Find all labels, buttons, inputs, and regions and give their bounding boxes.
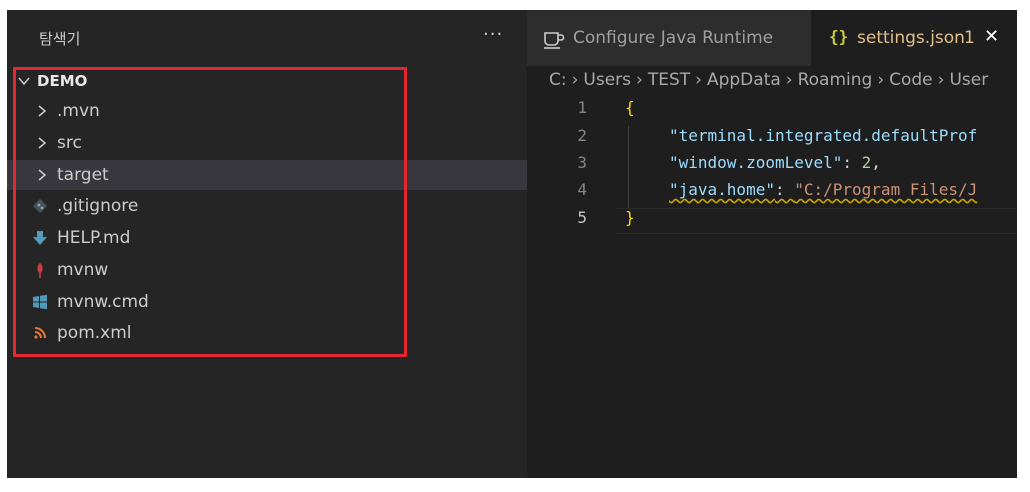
code-line-1[interactable]: {: [625, 98, 635, 117]
line-number: 2: [577, 126, 587, 145]
tree-item-mvnw-cmd[interactable]: mvnw.cmd: [7, 287, 527, 317]
breadcrumb-item[interactable]: Roaming: [798, 70, 873, 90]
tree-item-help-md[interactable]: HELP.md: [7, 223, 527, 253]
code-line-2[interactable]: "terminal.integrated.defaultProf: [669, 126, 977, 145]
tree-item-label: target: [57, 165, 109, 185]
coffee-cup-icon: [544, 32, 565, 49]
tree-item-label: src: [57, 133, 82, 153]
folder-header-demo[interactable]: DEMO: [7, 70, 527, 92]
comma: ,: [871, 153, 881, 172]
tree-item-label: mvnw.cmd: [57, 292, 149, 312]
tree-item-src[interactable]: src: [7, 128, 527, 158]
tree-item-label: HELP.md: [57, 228, 131, 248]
folder-name: DEMO: [37, 72, 88, 90]
chevron-right-icon: ›: [695, 70, 702, 90]
tab-bar: Configure Java Runtime {} settings.json …: [527, 10, 1017, 66]
markdown-arrow-icon: [33, 231, 47, 245]
indent-guide: [628, 126, 629, 208]
json-number: 2: [861, 153, 872, 172]
colon: :: [842, 153, 862, 172]
chevron-down-icon: [18, 77, 30, 86]
explorer-title: 탐색기: [39, 30, 81, 48]
code-line-3[interactable]: "window.zoomLevel": 2,: [669, 153, 881, 172]
tree-item-mvn[interactable]: .mvn: [7, 96, 527, 126]
tab-settings-json[interactable]: {} settings.json 1 ✕: [811, 10, 1017, 66]
tree-item-label: pom.xml: [57, 323, 132, 343]
chevron-right-icon: ›: [785, 70, 793, 90]
rss-icon: [34, 327, 46, 339]
open-brace: {: [625, 98, 635, 117]
breadcrumb-item[interactable]: AppData: [707, 70, 781, 90]
git-icon: [32, 198, 48, 214]
chevron-right-icon: ›: [937, 70, 945, 90]
chevron-right-icon: [38, 105, 47, 117]
editor-area: Configure Java Runtime {} settings.json …: [527, 10, 1017, 478]
tree-item-target[interactable]: target: [7, 160, 527, 190]
tab-configure-java-runtime[interactable]: Configure Java Runtime: [527, 10, 811, 66]
explorer-sidebar: 탐색기 ··· DEMO .mvn src target .gitignore …: [7, 10, 527, 478]
chevron-right-icon: ›: [636, 70, 643, 90]
chevron-right-icon: [38, 169, 47, 181]
breadcrumb-item[interactable]: Code: [889, 70, 933, 90]
tree-item-label: mvnw: [57, 260, 109, 280]
tree-item-pom-xml[interactable]: pom.xml: [7, 318, 527, 348]
close-icon[interactable]: ✕: [984, 26, 999, 47]
line-number: 5: [577, 208, 587, 227]
code-line-5[interactable]: }: [625, 208, 635, 227]
tab-label: settings.json: [857, 28, 965, 48]
line-number: 4: [577, 180, 587, 199]
breadcrumb-item[interactable]: Users: [583, 70, 631, 90]
chevron-right-icon: ›: [877, 70, 885, 90]
tree-item-label: .gitignore: [57, 196, 139, 216]
tree-item-mvnw[interactable]: mvnw: [7, 255, 527, 285]
close-brace: }: [625, 208, 635, 227]
windows-icon: [33, 294, 47, 310]
chevron-right-icon: ›: [571, 70, 579, 90]
json-braces-icon: {}: [829, 27, 849, 46]
vscode-window: 탐색기 ··· DEMO .mvn src target .gitignore …: [7, 10, 1017, 478]
json-key: "java.home": [669, 180, 775, 199]
breadcrumb: C: › Users › TEST › AppData › Roaming › Code › User: [549, 70, 991, 94]
line-number: 1: [577, 98, 587, 117]
colon: :: [774, 180, 795, 199]
breadcrumb-item[interactable]: User: [949, 70, 988, 90]
chevron-right-icon: [38, 137, 47, 149]
json-key: "terminal.integrated.defaultProf: [669, 126, 978, 145]
more-actions-button[interactable]: ···: [483, 24, 503, 45]
code-line-4[interactable]: "java.home": "C:/Program Files/J: [669, 180, 977, 199]
line-number: 3: [577, 153, 587, 172]
current-line-highlight: [617, 208, 1017, 234]
breadcrumb-item[interactable]: TEST: [648, 70, 690, 90]
tree-item-gitignore[interactable]: .gitignore: [7, 191, 527, 221]
tree-item-label: .mvn: [57, 101, 100, 121]
maven-feather-icon: [37, 263, 43, 278]
json-string: "C:/Program Files/J: [794, 180, 978, 199]
json-key: "window.zoomLevel": [669, 153, 843, 172]
breadcrumb-item[interactable]: C:: [549, 70, 567, 90]
problem-count-badge: 1: [964, 28, 975, 48]
tab-label: Configure Java Runtime: [573, 28, 774, 48]
